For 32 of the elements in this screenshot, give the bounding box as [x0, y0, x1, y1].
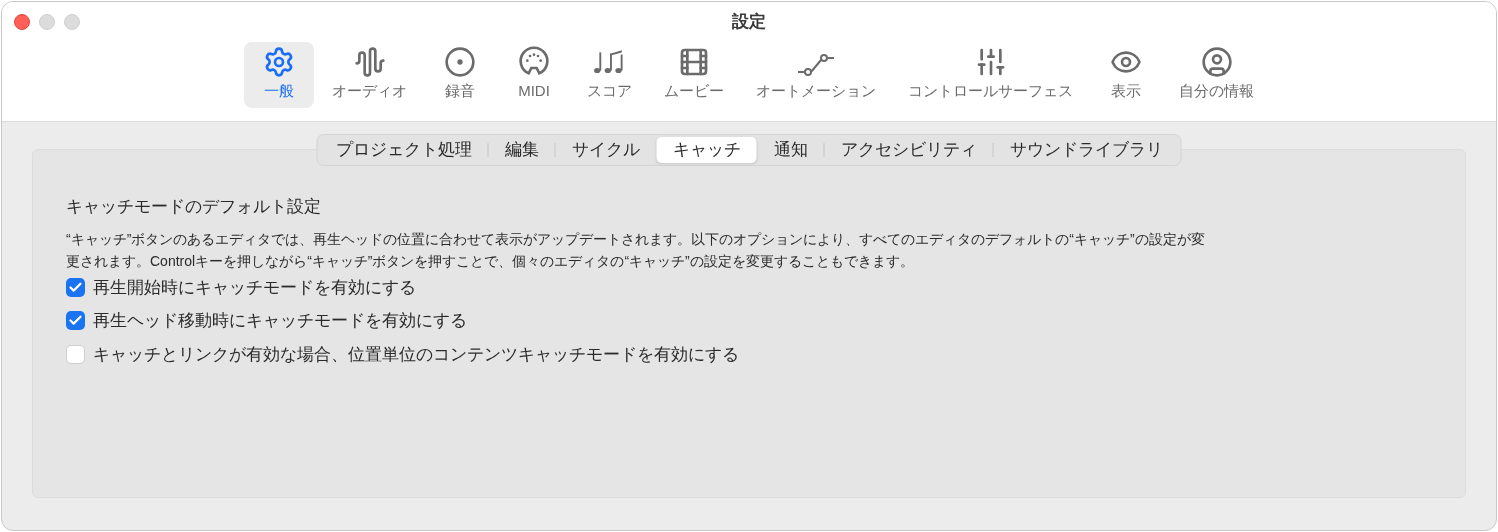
toolbar-tab[interactable]: 一般 [244, 42, 314, 108]
toolbar-tab[interactable]: オーディオ [318, 42, 421, 108]
user-icon [1200, 45, 1233, 78]
toolbar-tab[interactable]: コントロールサーフェス [894, 42, 1087, 108]
checkbox[interactable] [66, 311, 85, 331]
toolbar-tab[interactable]: 表示 [1091, 42, 1161, 108]
toolbar-tab[interactable]: スコア [573, 42, 646, 108]
midi-connector-icon [518, 45, 550, 78]
window-title: 設定 [732, 11, 766, 34]
toolbar-tab[interactable]: オートメーション [742, 42, 890, 108]
option-label: 再生ヘッド移動時にキャッチモードを有効にする [93, 310, 467, 332]
tab[interactable]: アクセシビリティ [824, 137, 993, 163]
close-button[interactable] [14, 14, 30, 30]
waveform-icon [353, 45, 386, 78]
toolbar-tab[interactable]: 自分の情報 [1165, 42, 1268, 108]
tab[interactable]: プロジェクト処理 [319, 137, 488, 163]
toolbar-tab[interactable]: 録音 [425, 42, 495, 108]
tab[interactable]: キャッチ [656, 137, 757, 163]
option-label: 再生開始時にキャッチモードを有効にする [93, 276, 416, 299]
toolbar-tab[interactable]: MIDI [499, 42, 569, 108]
description-text: “キャッチ”ボタンのあるエディタでは、再生ヘッドの位置に合わせて表示がアップデートされます。以下のオプションにより、すべてのエディタのデフォルトの“キャッチ”の設定が変更されます。Controlキーを押しながら“キャッチ”ボタンを押すことで、個々のエディタの“キャッチ”の設定を変更することもできます。 [66, 229, 1206, 271]
section-title: キャッチモードのデフォルト設定 [66, 196, 322, 218]
tab[interactable]: 編集 [488, 137, 555, 163]
toolbar-tab[interactable]: ムービー [650, 42, 738, 108]
gear-icon [263, 45, 295, 78]
tab[interactable]: サウンドライブラリ [993, 137, 1179, 163]
checkbox[interactable] [66, 277, 85, 297]
option-label: キャッチとリンクが有効な場合、位置単位のコンテンツキャッチモードを有効にする [93, 343, 739, 366]
checkbox[interactable] [66, 344, 85, 364]
record-icon [444, 45, 476, 78]
tab[interactable]: 通知 [757, 137, 824, 163]
tab[interactable]: サイクル [555, 137, 656, 163]
